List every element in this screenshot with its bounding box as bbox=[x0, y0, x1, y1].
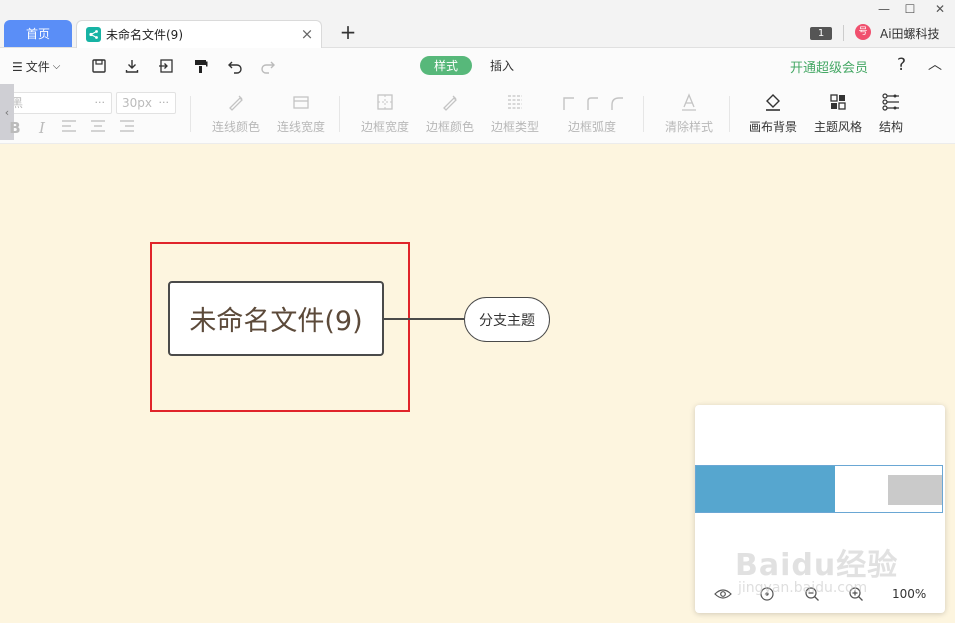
tool-canvas-background[interactable]: 画布背景 bbox=[749, 90, 797, 138]
tool-label: 结构 bbox=[879, 120, 904, 134]
close-window-button[interactable]: ✕ bbox=[930, 1, 950, 17]
border-width-icon bbox=[373, 90, 397, 114]
tool-label: 边框类型 bbox=[491, 120, 540, 134]
watermark: Baidu经验 bbox=[735, 548, 899, 583]
branch-topic-node[interactable]: 分支主题 bbox=[464, 297, 550, 342]
more-icon: ··· bbox=[158, 96, 170, 109]
structure-icon bbox=[879, 90, 903, 114]
tool-theme-style[interactable]: 主题风格 bbox=[814, 90, 862, 138]
theme-icon bbox=[826, 90, 850, 114]
pen-icon bbox=[224, 90, 248, 114]
align-left-icon[interactable] bbox=[59, 118, 79, 138]
tool-clear-style[interactable]: 清除样式 bbox=[665, 90, 713, 138]
download-icon[interactable] bbox=[122, 56, 142, 76]
border-type-icon bbox=[503, 90, 527, 114]
maximize-button[interactable]: ☐ bbox=[900, 1, 920, 17]
tab-document[interactable]: 未命名文件(9) × bbox=[76, 20, 322, 48]
clear-style-icon bbox=[677, 90, 701, 114]
divider bbox=[190, 96, 191, 132]
minimize-button[interactable]: — bbox=[874, 1, 894, 17]
menu-row: ☰ 文件 ⌵ 样式 插入 开通超级会员 ? ︿ bbox=[0, 48, 955, 84]
bold-icon[interactable]: B bbox=[5, 118, 25, 138]
watermark-url: jingyan.baidu.com bbox=[738, 580, 868, 596]
mindmap-icon bbox=[86, 27, 101, 42]
user-name[interactable]: Ai田螺科技 bbox=[880, 25, 940, 42]
eye-icon[interactable] bbox=[712, 583, 734, 605]
tool-line-width[interactable]: 连线宽度 bbox=[277, 90, 325, 138]
undo-icon[interactable] bbox=[225, 56, 245, 76]
divider bbox=[643, 96, 644, 132]
export-icon[interactable] bbox=[156, 56, 176, 76]
more-icon: ··· bbox=[94, 96, 106, 109]
tool-label: 边框颜色 bbox=[426, 120, 475, 134]
tool-label: 主题风格 bbox=[814, 120, 863, 134]
redo-icon[interactable] bbox=[258, 56, 278, 76]
close-icon[interactable]: × bbox=[299, 26, 315, 42]
format-painter-icon[interactable] bbox=[191, 56, 211, 76]
pen-icon bbox=[438, 90, 462, 114]
zoom-level: 100% bbox=[892, 587, 927, 601]
tool-label: 边框宽度 bbox=[361, 120, 410, 134]
add-tab-button[interactable]: + bbox=[338, 22, 358, 42]
tool-label: 连线颜色 bbox=[212, 120, 261, 134]
avatar[interactable]: 号 bbox=[855, 24, 871, 40]
tool-label: 连线宽度 bbox=[277, 120, 326, 134]
tab-document-title: 未命名文件(9) bbox=[106, 28, 183, 42]
align-center-icon[interactable] bbox=[88, 118, 108, 138]
font-size-select[interactable]: 30px ··· bbox=[116, 92, 176, 114]
tool-line-color[interactable]: 连线颜色 bbox=[212, 90, 260, 138]
tool-label: 清除样式 bbox=[665, 120, 714, 134]
minimap-viewport[interactable] bbox=[695, 465, 943, 513]
notification-badge[interactable]: 1 bbox=[810, 27, 832, 40]
tool-border-color[interactable]: 边框颜色 bbox=[426, 90, 474, 138]
file-menu-label: 文件 bbox=[25, 60, 50, 74]
style-toolbar: 黑 ··· 30px ··· ‹ B I 连线颜色 连线宽度 边框宽度 边框颜色… bbox=[0, 84, 955, 144]
file-menu[interactable]: ☰ 文件 ⌵ bbox=[12, 58, 60, 75]
tool-border-radius[interactable]: 边框弧度 bbox=[559, 90, 627, 138]
tool-label: 画布背景 bbox=[749, 120, 798, 134]
tab-style[interactable]: 样式 bbox=[420, 56, 472, 75]
tab-insert[interactable]: 插入 bbox=[490, 57, 514, 74]
save-icon[interactable] bbox=[89, 56, 109, 76]
divider bbox=[843, 25, 844, 41]
tab-home[interactable]: 首页 bbox=[4, 20, 72, 47]
branch-connector bbox=[384, 318, 464, 320]
tool-border-type[interactable]: 边框类型 bbox=[491, 90, 539, 138]
tool-structure[interactable]: 结构 bbox=[879, 90, 903, 138]
font-family-select[interactable]: 黑 ··· bbox=[4, 92, 112, 114]
tool-border-width[interactable]: 边框宽度 bbox=[361, 90, 409, 138]
help-icon[interactable]: ? bbox=[897, 55, 906, 75]
font-size-value: 30px bbox=[122, 96, 152, 110]
chevron-up-icon[interactable]: ︿ bbox=[928, 54, 942, 74]
divider bbox=[729, 96, 730, 132]
menu-icon: ☰ bbox=[12, 59, 23, 74]
line-width-icon bbox=[289, 90, 313, 114]
corner-radius-icon bbox=[559, 90, 627, 114]
chevron-down-icon: ⌵ bbox=[52, 61, 61, 72]
italic-icon[interactable]: I bbox=[32, 118, 52, 138]
vip-upgrade-link[interactable]: 开通超级会员 bbox=[790, 57, 868, 76]
tab-bar: 首页 未命名文件(9) × + — ☐ ✕ 1 号 Ai田螺科技 bbox=[0, 0, 955, 48]
tool-label: 边框弧度 bbox=[567, 120, 616, 134]
align-right-icon[interactable] bbox=[117, 118, 137, 138]
divider bbox=[339, 96, 340, 132]
root-topic-node[interactable]: 未命名文件(9) bbox=[168, 281, 384, 356]
paint-bucket-icon bbox=[761, 90, 785, 114]
